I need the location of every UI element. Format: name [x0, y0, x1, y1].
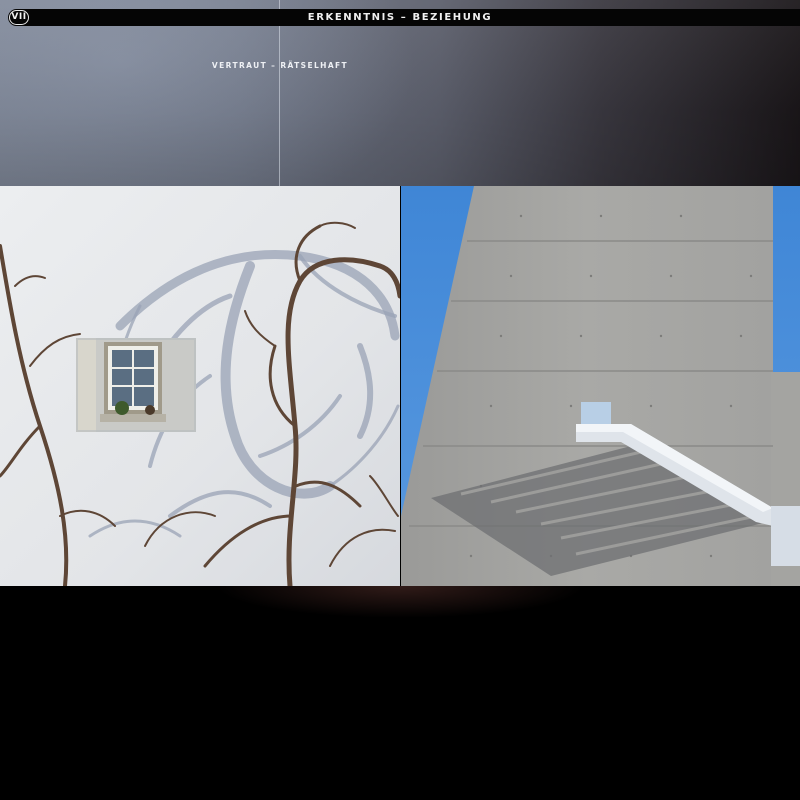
chapter-title: ERKENNTNIS – BEZIEHUNG [307, 12, 493, 23]
bottom-band [0, 586, 800, 800]
photo-concrete-facade [401, 186, 800, 586]
wall-window-illustration [0, 186, 400, 586]
vertical-divider [279, 0, 280, 186]
concrete-facade-illustration [401, 186, 800, 586]
top-band [0, 0, 800, 186]
page: VII ERKENNTNIS – BEZIEHUNG VERTRAUT – RÄ… [0, 0, 800, 800]
photo-wall-window [0, 186, 400, 586]
chapter-subtitle: VERTRAUT – RÄTSELHAFT [211, 61, 349, 70]
chapter-badge: VII [9, 10, 29, 25]
